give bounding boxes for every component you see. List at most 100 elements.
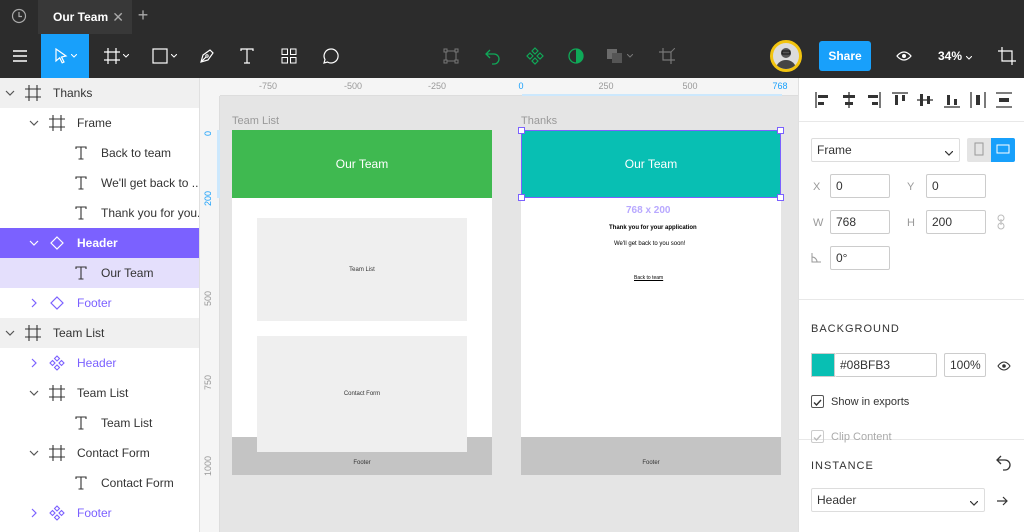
align-left-icon[interactable] bbox=[815, 92, 831, 108]
boolean-button[interactable] bbox=[606, 34, 633, 78]
chevron-down-icon[interactable] bbox=[26, 438, 42, 468]
close-tab-icon[interactable]: ✕ bbox=[112, 9, 124, 26]
chevron-down-icon[interactable] bbox=[26, 228, 42, 258]
layer-label: Contact Form bbox=[101, 476, 174, 490]
distribute-horizontal-icon[interactable] bbox=[970, 92, 986, 108]
show-in-exports-label: Show in exports bbox=[831, 396, 910, 408]
layer-row[interactable]: Team List bbox=[0, 318, 199, 348]
frame-label[interactable]: Thanks bbox=[521, 115, 557, 127]
chevron-down-icon[interactable] bbox=[2, 78, 18, 108]
show-in-exports-checkbox[interactable] bbox=[811, 395, 824, 408]
thanks-title[interactable]: Thank you for your application bbox=[609, 225, 697, 231]
zoom-menu[interactable]: 34% bbox=[938, 34, 973, 78]
background-opacity-input[interactable]: 100% bbox=[944, 353, 986, 377]
layer-row[interactable]: Frame bbox=[0, 108, 199, 138]
text-tool-button[interactable] bbox=[232, 34, 262, 78]
layer-row[interactable]: Contact Form bbox=[0, 468, 199, 498]
create-component-button[interactable] bbox=[522, 34, 548, 78]
component-icon bbox=[48, 348, 66, 378]
comment-button[interactable] bbox=[316, 34, 346, 78]
layer-row[interactable]: Team List bbox=[0, 408, 199, 438]
move-tool-button[interactable] bbox=[41, 34, 89, 78]
layer-row[interactable]: Our Team bbox=[0, 258, 199, 288]
width-input[interactable]: 768 bbox=[830, 210, 890, 234]
layer-row[interactable]: Footer bbox=[0, 498, 199, 528]
chevron-down-icon[interactable] bbox=[26, 108, 42, 138]
layer-row[interactable]: We'll get back to ... bbox=[0, 168, 199, 198]
eye-icon[interactable] bbox=[997, 360, 1011, 374]
align-right-icon[interactable] bbox=[865, 92, 881, 108]
shape-tool-button[interactable] bbox=[144, 34, 184, 78]
layer-row[interactable]: Header bbox=[0, 228, 199, 258]
frame-selection-button[interactable] bbox=[438, 34, 464, 78]
align-bottom-icon[interactable] bbox=[944, 92, 960, 108]
frame-label[interactable]: Team List bbox=[232, 115, 279, 127]
align-vertical-center-icon[interactable] bbox=[917, 92, 933, 108]
menu-button[interactable] bbox=[0, 34, 40, 78]
reset-instance-button[interactable] bbox=[480, 34, 506, 78]
layer-label: Header bbox=[77, 236, 118, 250]
ruler-tick: -250 bbox=[427, 81, 447, 91]
align-horizontal-center-icon[interactable] bbox=[841, 92, 857, 108]
tidy-up-icon[interactable] bbox=[996, 92, 1012, 108]
chevron-right-icon[interactable] bbox=[26, 348, 42, 378]
layer-row[interactable]: Back to team bbox=[0, 138, 199, 168]
align-top-icon[interactable] bbox=[892, 92, 908, 108]
thanks-subtitle[interactable]: We'll get back to you soon! bbox=[614, 241, 685, 247]
canvas[interactable]: -750 -500 -250 0 250 500 768 0 200 500 7… bbox=[200, 78, 798, 532]
chevron-right-icon[interactable] bbox=[26, 288, 42, 318]
reset-instance-icon[interactable] bbox=[995, 454, 1013, 475]
new-tab-icon[interactable]: + bbox=[134, 5, 152, 26]
constrain-proportions-icon[interactable] bbox=[997, 214, 1005, 233]
preview-button[interactable] bbox=[891, 34, 917, 78]
go-to-master-icon[interactable] bbox=[997, 495, 1009, 509]
text-tool-icon bbox=[240, 48, 254, 64]
y-input[interactable]: 0 bbox=[926, 174, 986, 198]
background-hex-input[interactable]: #08BFB3 bbox=[835, 353, 937, 377]
height-input[interactable]: 200 bbox=[926, 210, 986, 234]
layer-row[interactable]: Team List bbox=[0, 378, 199, 408]
frame-tool-button[interactable] bbox=[96, 34, 136, 78]
ruler-tick: 200 bbox=[203, 190, 213, 206]
share-button[interactable]: Share bbox=[819, 41, 871, 71]
footer-instance[interactable]: Footer bbox=[521, 437, 781, 475]
selection-box[interactable] bbox=[521, 130, 781, 198]
align-toolbar bbox=[799, 78, 1024, 122]
home-button[interactable] bbox=[0, 0, 38, 34]
instance-select[interactable]: Header bbox=[811, 488, 985, 512]
frame-icon bbox=[24, 78, 42, 108]
resize-handle[interactable] bbox=[777, 127, 784, 134]
crop-button[interactable] bbox=[654, 34, 680, 78]
layer-row[interactable]: Thanks bbox=[0, 78, 199, 108]
ruler-tick: 1000 bbox=[203, 455, 213, 476]
mask-button[interactable] bbox=[563, 34, 589, 78]
zoom-level: 34% bbox=[938, 49, 963, 63]
resize-handle[interactable] bbox=[518, 127, 525, 134]
header-component[interactable]: Our Team bbox=[232, 130, 492, 198]
chevron-down-icon[interactable] bbox=[2, 318, 18, 348]
resize-handle[interactable] bbox=[777, 194, 784, 201]
team-list-placeholder[interactable]: Team List bbox=[257, 218, 467, 321]
back-to-team-link[interactable]: Back to team bbox=[634, 275, 663, 281]
avatar[interactable] bbox=[770, 40, 802, 72]
contact-form-placeholder[interactable]: Contact Form bbox=[257, 336, 467, 452]
rotation-input[interactable]: 0° bbox=[830, 246, 890, 270]
components-button[interactable] bbox=[274, 34, 304, 78]
x-input[interactable]: 0 bbox=[830, 174, 890, 198]
resize-handle[interactable] bbox=[518, 194, 525, 201]
background-swatch[interactable] bbox=[811, 353, 835, 377]
chevron-right-icon[interactable] bbox=[26, 498, 42, 528]
pen-tool-button[interactable] bbox=[192, 34, 222, 78]
layer-row[interactable]: Thank you for you... bbox=[0, 198, 199, 228]
layer-row[interactable]: Contact Form bbox=[0, 438, 199, 468]
layer-row[interactable]: Header bbox=[0, 348, 199, 378]
chevron-down-icon[interactable] bbox=[26, 378, 42, 408]
file-tab[interactable]: Our Team ✕ bbox=[38, 0, 132, 34]
landscape-toggle[interactable] bbox=[991, 138, 1015, 162]
layer-row[interactable]: Footer bbox=[0, 288, 199, 318]
portrait-toggle[interactable] bbox=[967, 138, 991, 162]
resize-button[interactable] bbox=[994, 34, 1020, 78]
frame-team-list[interactable]: Our Team Team List Footer Contact Form bbox=[232, 130, 492, 475]
frame-section: Frame X 0 Y 0 W 768 H 200 0° bbox=[799, 122, 1024, 300]
frame-type-select[interactable]: Frame bbox=[811, 138, 960, 162]
